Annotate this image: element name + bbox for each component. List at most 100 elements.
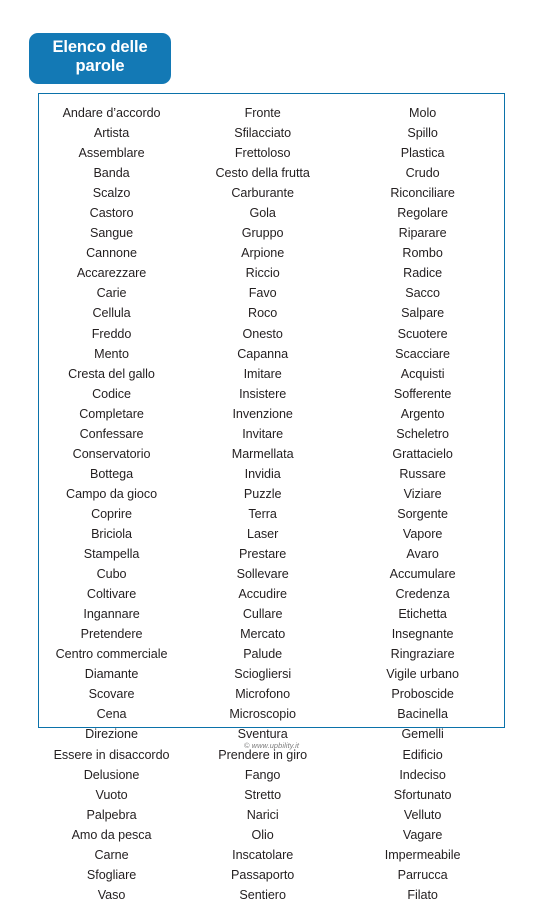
word-item: Salpare xyxy=(401,306,445,321)
word-item: Insegnante xyxy=(391,627,454,642)
word-item: Radice xyxy=(403,266,443,281)
word-item: Favo xyxy=(248,286,277,301)
word-item: Imitare xyxy=(243,366,282,381)
word-item: Capanna xyxy=(237,346,289,361)
word-item: Terra xyxy=(248,506,277,521)
word-item: Microfono xyxy=(235,687,291,702)
word-item: Cullare xyxy=(242,607,283,622)
word-item: Fango xyxy=(244,767,281,782)
word-item: Diamante xyxy=(84,667,139,682)
word-item: Laser xyxy=(247,526,279,541)
word-item: Invidia xyxy=(244,466,281,481)
word-item: Frettoloso xyxy=(234,146,291,161)
word-item: Cubo xyxy=(96,567,127,582)
word-item: Sangue xyxy=(89,226,134,241)
word-item: Vuoto xyxy=(95,787,128,802)
word-item: Banda xyxy=(93,166,130,181)
word-item: Cresta del gallo xyxy=(68,366,155,381)
word-item: Stretto xyxy=(244,787,282,802)
word-item: Argento xyxy=(400,406,445,421)
word-item: Mercato xyxy=(240,627,286,642)
page-title: Elenco delle parole xyxy=(52,38,148,76)
word-item: Sfortunato xyxy=(393,787,452,802)
word-item: Codice xyxy=(92,386,131,401)
word-item: Marmellata xyxy=(231,446,294,461)
word-item: Velluto xyxy=(403,807,442,822)
word-item: Pretendere xyxy=(80,627,143,642)
word-item: Sacco xyxy=(405,286,440,301)
word-item: Vapore xyxy=(402,526,443,541)
word-item: Accumulare xyxy=(389,567,456,582)
word-item: Gruppo xyxy=(241,226,284,241)
word-item: Ingannare xyxy=(83,607,140,622)
word-item: Gola xyxy=(249,206,276,221)
word-item: Riconciliare xyxy=(390,186,455,201)
word-item: Coltivare xyxy=(86,587,137,602)
word-item: Prestare xyxy=(239,547,287,562)
footer: © www.upbility.it xyxy=(0,735,543,753)
word-item: Assemblare xyxy=(78,146,145,161)
word-item: Roco xyxy=(248,306,278,321)
word-item: Inscatolare xyxy=(232,847,294,862)
word-item: Riparare xyxy=(398,226,447,241)
word-item: Insistere xyxy=(239,386,287,401)
word-item: Confessare xyxy=(79,426,144,441)
word-item: Accudire xyxy=(238,587,287,602)
word-item: Sfilacciato xyxy=(234,126,292,141)
word-item: Vagare xyxy=(402,827,443,842)
word-item: Scalzo xyxy=(92,186,131,201)
word-item: Scovare xyxy=(88,687,135,702)
word-item: Campo da gioco xyxy=(66,486,158,501)
word-item: Coprire xyxy=(91,506,133,521)
word-item: Carburante xyxy=(231,186,294,201)
word-item: Sofferente xyxy=(393,386,452,401)
word-item: Grattacielo xyxy=(392,446,453,461)
word-item: Scheletro xyxy=(396,426,449,441)
word-item: Briciola xyxy=(91,526,132,541)
word-item: Indeciso xyxy=(399,767,446,782)
word-item: Onesto xyxy=(242,326,283,341)
word-item: Etichetta xyxy=(398,607,447,622)
word-item: Scacciare xyxy=(395,346,451,361)
word-item: Proboscide xyxy=(391,687,454,702)
word-item: Passaporto xyxy=(231,867,295,882)
word-item: Vigile urbano xyxy=(386,667,459,682)
word-item: Molo xyxy=(409,106,437,120)
worksheet-page: Elenco delle parole Andare d’accordo Arti… xyxy=(0,0,543,902)
word-item: Parrucca xyxy=(397,867,448,882)
word-item: Delusione xyxy=(83,767,140,782)
word-item: Plastica xyxy=(400,146,445,161)
word-item: Bottega xyxy=(90,466,134,481)
word-item: Crudo xyxy=(405,166,440,181)
word-item: Invenzione xyxy=(232,406,293,421)
word-item: Avaro xyxy=(406,547,439,562)
word-item: Artista xyxy=(93,126,130,141)
word-item: Filato xyxy=(407,887,438,902)
word-item: Andare d’accordo xyxy=(62,106,161,120)
word-item: Mento xyxy=(94,346,129,361)
word-item: Impermeabile xyxy=(384,847,461,862)
word-item: Microscopio xyxy=(229,707,296,722)
word-item: Cellula xyxy=(92,306,131,321)
word-item: Sollevare xyxy=(236,567,289,582)
word-item: Cannone xyxy=(86,246,137,261)
word-item: Sciogliersi xyxy=(234,667,292,682)
word-item: Sfogliare xyxy=(86,867,137,882)
word-item: Credenza xyxy=(395,587,450,602)
word-column-1: Andare d’accordo Artista Assemblare Banda Sc… xyxy=(39,103,184,905)
word-item: Cesto della frutta xyxy=(215,166,310,181)
word-item: Vaso xyxy=(97,887,126,902)
word-item: Cena xyxy=(96,707,127,722)
word-item: Viziare xyxy=(403,486,442,501)
word-item: Amo da pesca xyxy=(71,827,152,842)
word-item: Conservatorio xyxy=(72,446,151,461)
word-item: Castoro xyxy=(89,206,134,221)
word-item: Palpebra xyxy=(86,807,137,822)
page-title-badge: Elenco delle parole xyxy=(29,33,171,84)
copyright-text: © www.upbility.it xyxy=(243,741,300,750)
word-item: Sentiero xyxy=(239,887,286,902)
word-item: Acquisti xyxy=(400,366,445,381)
word-item: Olio xyxy=(251,827,274,842)
word-item: Palude xyxy=(243,647,283,662)
word-item: Arpione xyxy=(241,246,285,261)
